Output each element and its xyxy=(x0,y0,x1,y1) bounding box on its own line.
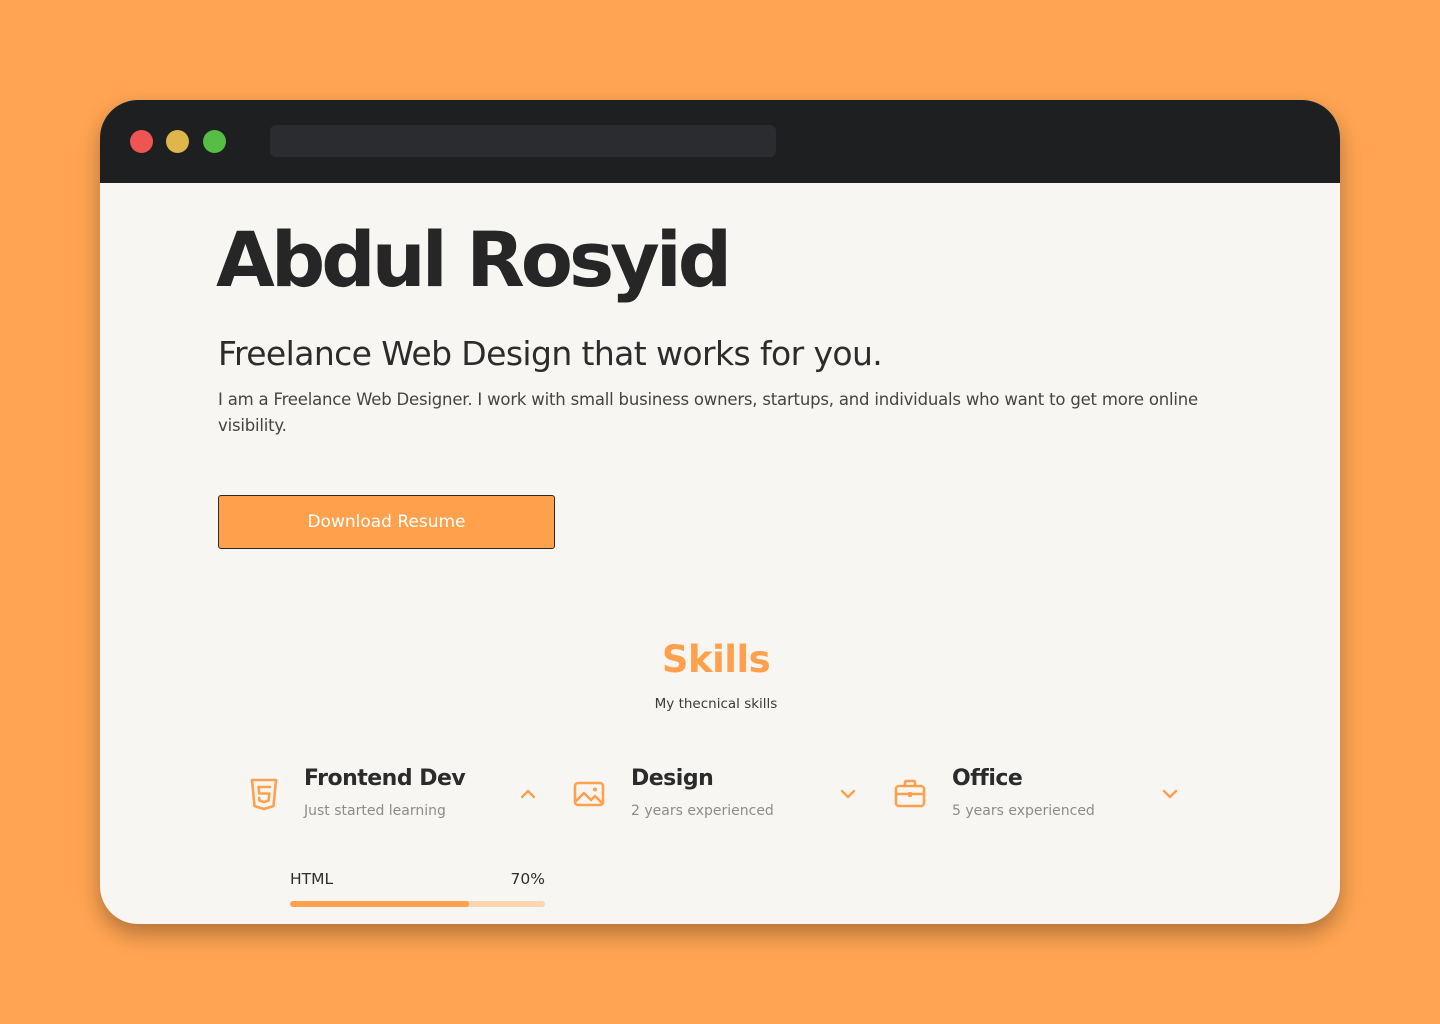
skill-bar-percent: 70% xyxy=(510,870,545,888)
skill-progress-track xyxy=(290,901,545,907)
skill-category-note: 5 years experienced xyxy=(952,803,1095,819)
download-resume-label: Download Resume xyxy=(307,512,466,532)
hero-description: I am a Freelance Web Designer. I work wi… xyxy=(218,390,1198,435)
skill-category-name: Design xyxy=(631,766,714,791)
skill-category-note: 2 years experienced xyxy=(631,803,774,819)
hero-name: Abdul Rosyid xyxy=(216,215,732,304)
skill-progress-fill xyxy=(290,901,469,907)
chevron-down-icon[interactable] xyxy=(836,782,860,806)
minimize-window-dot[interactable] xyxy=(166,130,189,153)
skill-category-name: Office xyxy=(952,766,1023,791)
html5-icon xyxy=(246,776,282,812)
browser-window: Abdul Rosyid Freelance Web Design that w… xyxy=(100,100,1340,924)
close-window-dot[interactable] xyxy=(130,130,153,153)
skill-category-office[interactable]: Office 5 years experienced xyxy=(892,762,1192,832)
skills-title: Skills xyxy=(661,638,771,681)
hero-subtitle: Freelance Web Design that works for you. xyxy=(218,334,883,373)
skill-category-note: Just started learning xyxy=(304,803,446,819)
skill-category-frontend[interactable]: Frontend Dev Just started learning xyxy=(246,762,546,832)
browser-titlebar xyxy=(100,100,1340,183)
address-bar[interactable] xyxy=(270,125,776,157)
skill-category-name: Frontend Dev xyxy=(304,766,466,791)
image-icon xyxy=(571,776,607,812)
briefcase-icon xyxy=(892,776,928,812)
skills-subtitle: My thecnical skills xyxy=(654,696,778,712)
chevron-down-icon[interactable] xyxy=(1158,782,1182,806)
maximize-window-dot[interactable] xyxy=(203,130,226,153)
chevron-up-icon[interactable] xyxy=(516,782,540,806)
skill-category-design[interactable]: Design 2 years experienced xyxy=(571,762,871,832)
skill-bar-label: HTML xyxy=(290,870,334,888)
download-resume-button[interactable]: Download Resume xyxy=(218,495,555,549)
